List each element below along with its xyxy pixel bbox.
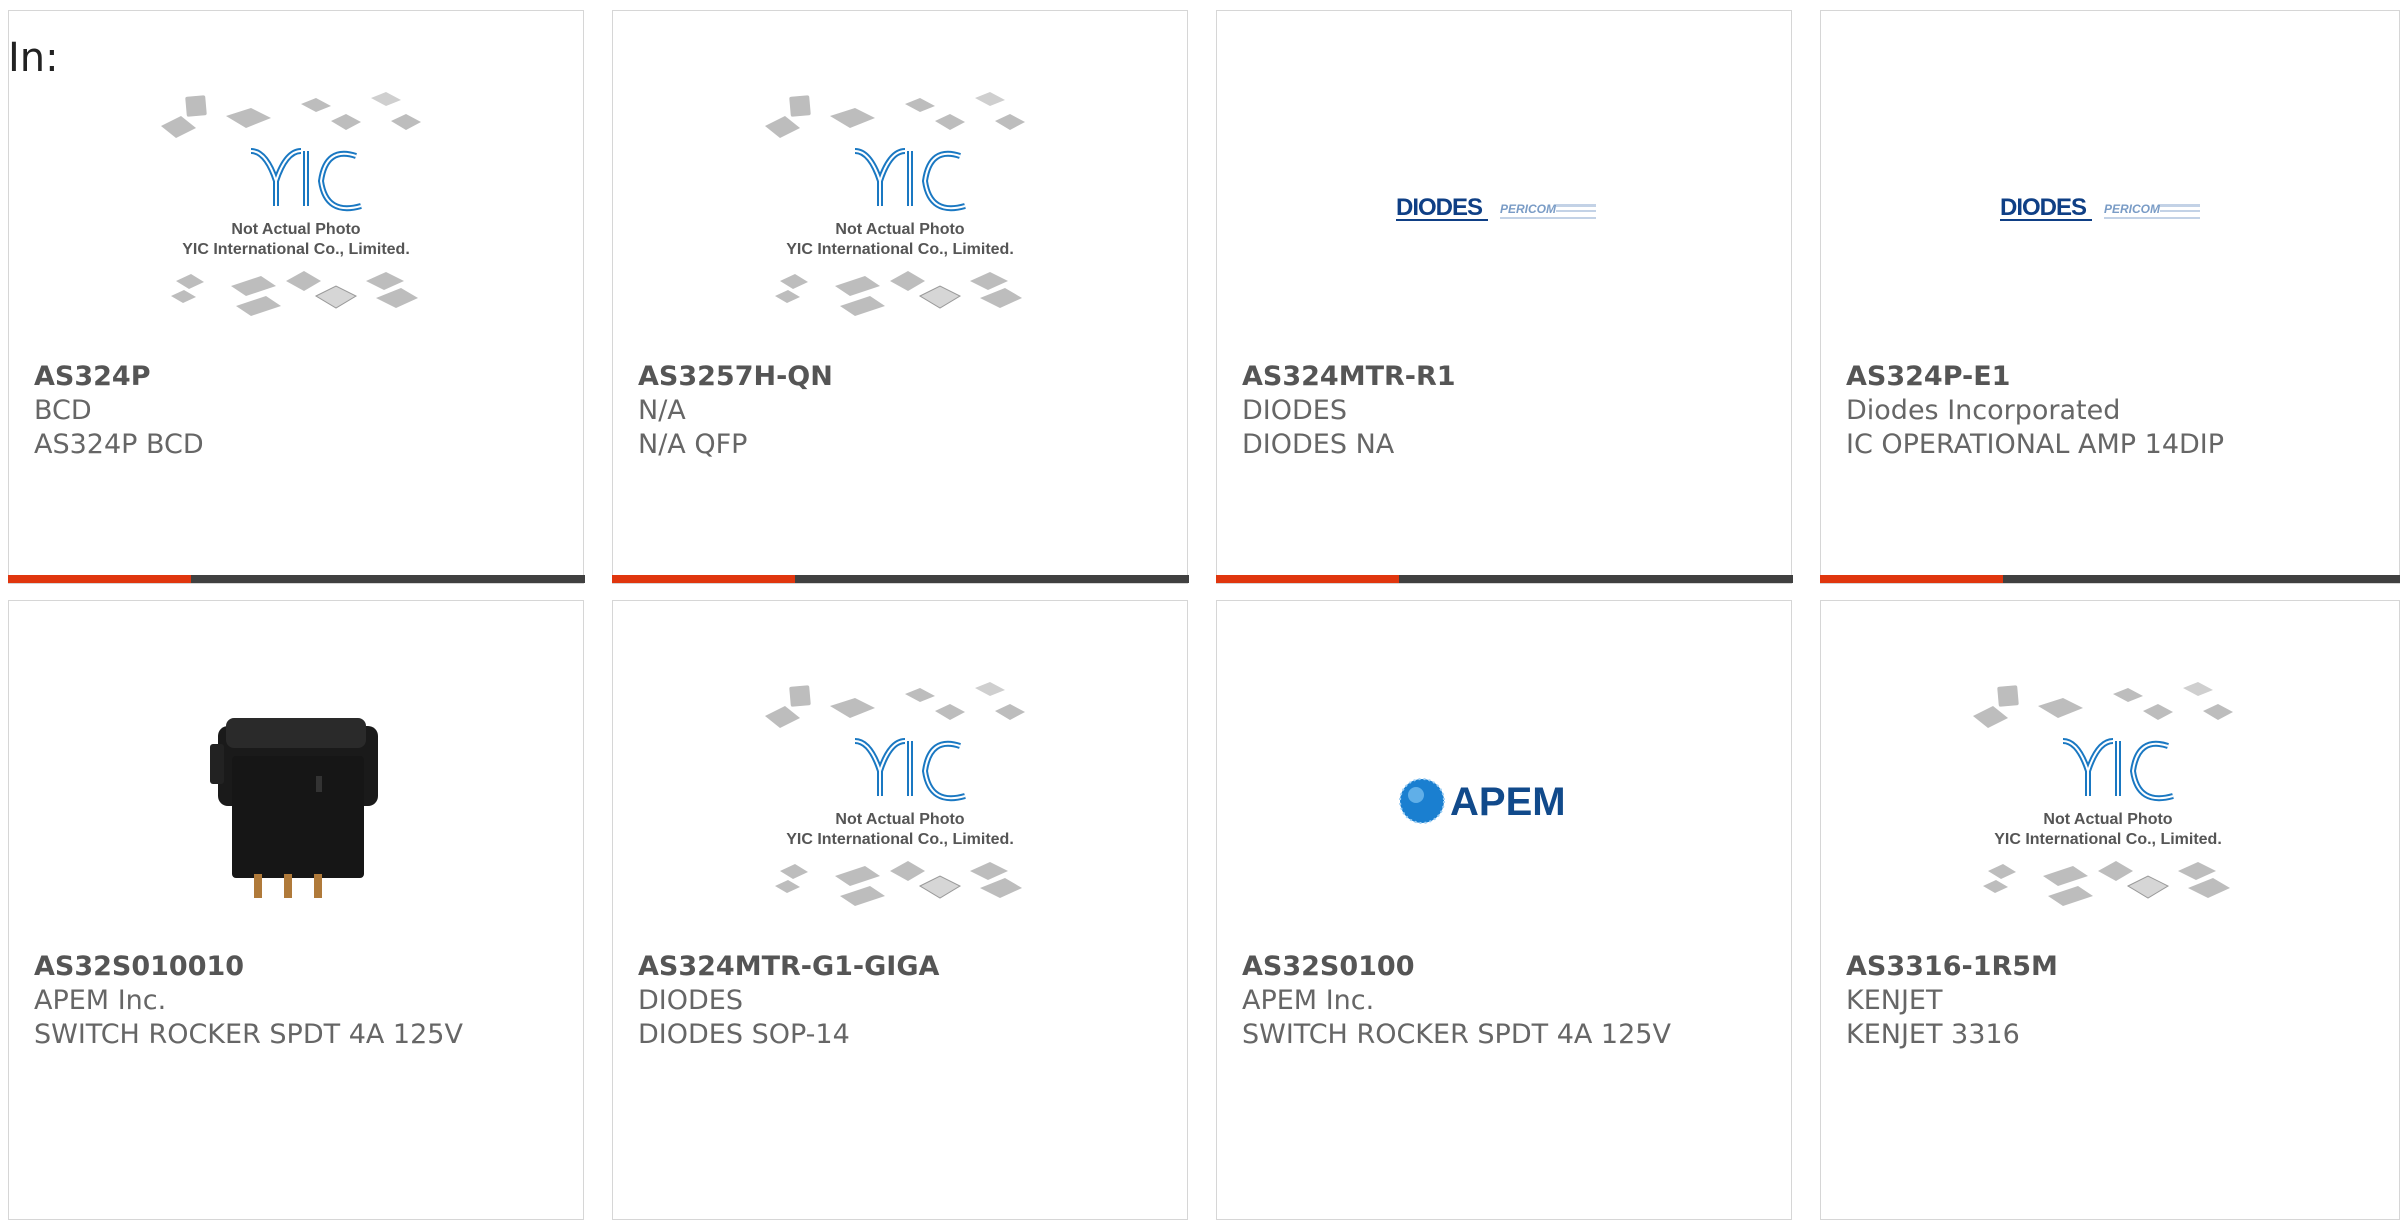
part-number[interactable]: AS324MTR-G1-GIGA <box>638 951 939 982</box>
description: SWITCH ROCKER SPDT 4A 125V <box>1242 1019 1671 1050</box>
manufacturer: KENJET <box>1846 985 1942 1016</box>
product-card[interactable]: APEM AS32S0100 APEM Inc. SWITCH ROCKER S… <box>1216 600 1792 1220</box>
manufacturer: APEM Inc. <box>1242 985 1374 1016</box>
manufacturer: APEM Inc. <box>34 985 166 1016</box>
description: KENJET 3316 <box>1846 1019 2020 1050</box>
product-image: DIODES PERICOM <box>1821 61 2395 361</box>
product-image: Not Actual Photo YIC International Co., … <box>613 651 1187 951</box>
product-image: Not Actual Photo YIC International Co., … <box>613 61 1187 361</box>
description: N/A QFP <box>638 429 747 460</box>
placeholder-line1: Not Actual Photo <box>835 221 964 238</box>
placeholder-line2: YIC International Co., Limited. <box>786 831 1014 848</box>
diodes-logo-text: DIODES <box>1396 194 1483 221</box>
part-number[interactable]: AS3316-1R5M <box>1846 951 2058 982</box>
placeholder-line1: Not Actual Photo <box>2043 811 2172 828</box>
card-bar-accent <box>612 575 795 583</box>
description: DIODES SOP-14 <box>638 1019 850 1050</box>
apem-logo: APEM <box>1394 771 1614 831</box>
product-image: Not Actual Photo YIC International Co., … <box>1821 651 2395 951</box>
product-card[interactable]: Not Actual Photo YIC International Co., … <box>8 10 584 584</box>
product-card[interactable]: DIODES PERICOM AS324P-E1 Diodes Incorpor… <box>1820 10 2400 584</box>
description: AS324P BCD <box>34 429 204 460</box>
product-image: DIODES PERICOM <box>1217 61 1791 361</box>
part-number[interactable]: AS32S0100 <box>1242 951 1415 982</box>
placeholder-line2: YIC International Co., Limited. <box>786 241 1014 258</box>
placeholder-line2: YIC International Co., Limited. <box>1994 831 2222 848</box>
product-image: APEM <box>1217 651 1791 951</box>
product-image: Not Actual Photo YIC International Co., … <box>9 61 583 361</box>
yic-placeholder-image: Not Actual Photo YIC International Co., … <box>760 676 1040 926</box>
placeholder-line1: Not Actual Photo <box>231 221 360 238</box>
manufacturer: BCD <box>34 395 92 426</box>
product-image <box>9 651 583 951</box>
product-card[interactable]: DIODES PERICOM AS324MTR-R1 DIODES DIODES… <box>1216 10 1792 584</box>
placeholder-line2: YIC International Co., Limited. <box>182 241 410 258</box>
manufacturer: Diodes Incorporated <box>1846 395 2120 426</box>
product-card[interactable]: Not Actual Photo YIC International Co., … <box>612 600 1188 1220</box>
diodes-logo-text: DIODES <box>2000 194 2087 221</box>
part-number[interactable]: AS324P <box>34 361 151 392</box>
part-number[interactable]: AS32S010010 <box>34 951 244 982</box>
placeholder-line1: Not Actual Photo <box>835 811 964 828</box>
card-bar <box>8 575 585 583</box>
card-bar-accent <box>1820 575 2003 583</box>
yic-placeholder-image: Not Actual Photo YIC International Co., … <box>1968 676 2248 926</box>
part-number[interactable]: AS3257H-QN <box>638 361 833 392</box>
card-bar-accent <box>8 575 191 583</box>
card-bar <box>612 575 1189 583</box>
diodes-pericom-logo: DIODES PERICOM <box>1394 191 1614 231</box>
pericom-logo-text: PERICOM <box>2104 202 2161 216</box>
rocker-switch-photo <box>196 696 396 906</box>
product-card[interactable]: Not Actual Photo YIC International Co., … <box>612 10 1188 584</box>
yic-placeholder-image: Not Actual Photo YIC International Co., … <box>156 86 436 336</box>
part-number[interactable]: AS324MTR-R1 <box>1242 361 1456 392</box>
manufacturer: N/A <box>638 395 686 426</box>
filter-label: In: <box>8 38 59 78</box>
manufacturer: DIODES <box>638 985 743 1016</box>
part-number[interactable]: AS324P-E1 <box>1846 361 2010 392</box>
pericom-logo-text: PERICOM <box>1500 202 1557 216</box>
description: DIODES NA <box>1242 429 1394 460</box>
card-bar-accent <box>1216 575 1399 583</box>
card-bar <box>1820 575 2400 583</box>
diodes-pericom-logo: DIODES PERICOM <box>1998 191 2218 231</box>
card-bar <box>1216 575 1793 583</box>
description: IC OPERATIONAL AMP 14DIP <box>1846 429 2224 460</box>
product-card[interactable]: Not Actual Photo YIC International Co., … <box>1820 600 2400 1220</box>
manufacturer: DIODES <box>1242 395 1347 426</box>
product-card[interactable]: AS32S010010 APEM Inc. SWITCH ROCKER SPDT… <box>8 600 584 1220</box>
description: SWITCH ROCKER SPDT 4A 125V <box>34 1019 463 1050</box>
apem-logo-text: APEM <box>1450 780 1566 824</box>
yic-placeholder-image: Not Actual Photo YIC International Co., … <box>760 86 1040 336</box>
